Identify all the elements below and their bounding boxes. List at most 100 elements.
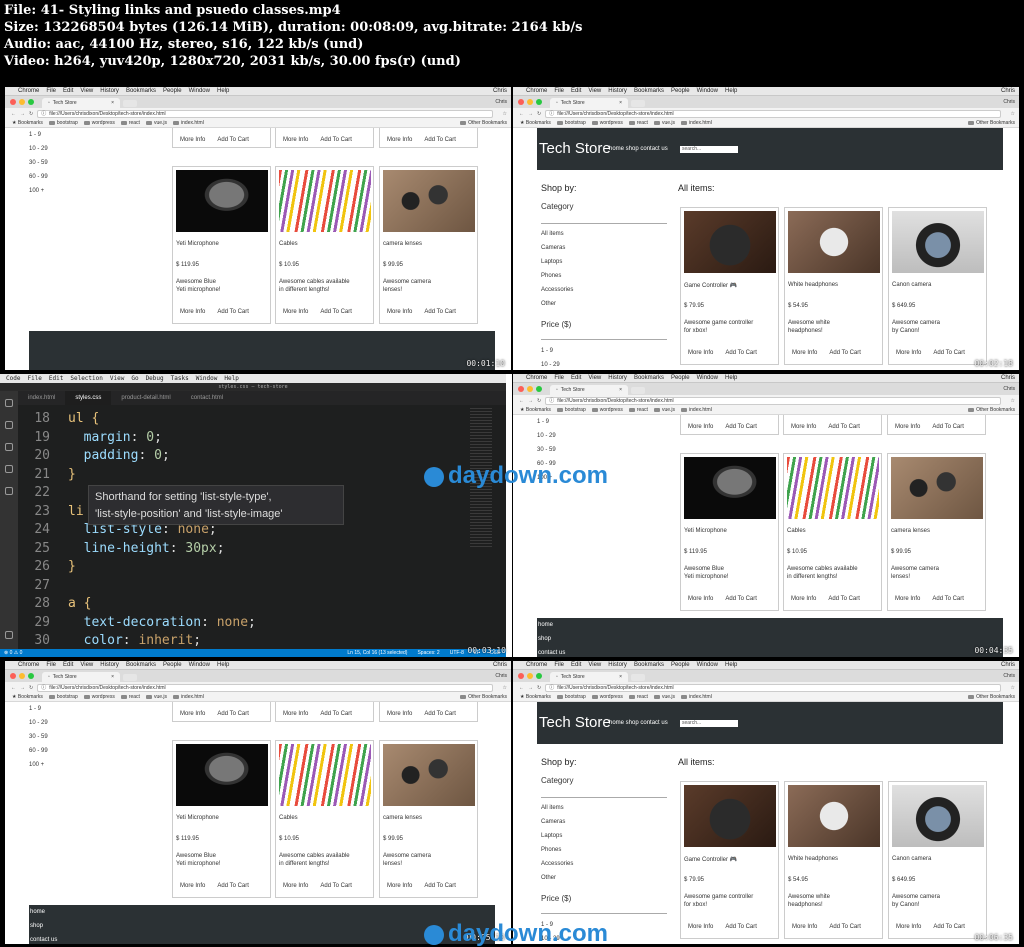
bookmark-bootstrap[interactable]: bootstrap xyxy=(48,694,78,700)
category-item[interactable]: Accessories xyxy=(541,857,573,871)
menu-view[interactable]: View xyxy=(588,88,601,94)
product-name[interactable]: camera lenses xyxy=(891,528,930,534)
menu-window[interactable]: Window xyxy=(697,662,718,668)
close-window-button[interactable] xyxy=(518,99,524,105)
menu-window[interactable]: Window xyxy=(697,88,718,94)
star-icon[interactable]: ☆ xyxy=(1011,685,1015,691)
menu-chrome[interactable]: Chrome xyxy=(526,375,547,381)
forward-icon[interactable]: → xyxy=(528,398,533,404)
menu-file[interactable]: File xyxy=(46,662,56,668)
menu-help[interactable]: Help xyxy=(725,662,737,668)
bookmark-vue-js[interactable]: vue.js xyxy=(653,407,675,413)
status-item[interactable]: Spaces: 2 xyxy=(417,650,439,656)
site-logo[interactable]: Tech Store xyxy=(539,140,611,157)
footer-link[interactable]: shop xyxy=(538,632,1003,646)
menu-edit[interactable]: Edit xyxy=(571,375,581,381)
maximize-window-button[interactable] xyxy=(28,99,34,105)
back-icon[interactable]: ← xyxy=(11,685,16,691)
star-icon[interactable]: ☆ xyxy=(503,111,507,117)
menu-history[interactable]: History xyxy=(100,662,119,668)
tab-close-icon[interactable]: × xyxy=(111,100,114,106)
back-icon[interactable]: ← xyxy=(519,398,524,404)
menu-people[interactable]: People xyxy=(671,88,690,94)
minimize-window-button[interactable] xyxy=(19,673,25,679)
more-info-link[interactable]: More Info xyxy=(180,309,205,315)
bookmark-wordpress[interactable]: wordpress xyxy=(83,694,115,700)
add-to-cart-link[interactable]: Add To Cart xyxy=(725,350,757,356)
price-range-item[interactable]: 10 - 29 xyxy=(29,142,48,156)
bookmark-react[interactable]: react xyxy=(628,120,648,126)
user-menu[interactable]: Chris xyxy=(1001,662,1019,668)
menu-view[interactable]: View xyxy=(80,88,93,94)
source-control-icon[interactable] xyxy=(5,443,13,451)
bookmark-bootstrap[interactable]: bootstrap xyxy=(48,120,78,126)
debug-icon[interactable] xyxy=(5,465,13,473)
product-name[interactable]: Cables xyxy=(279,815,298,821)
url-input[interactable]: ⓘ file:///Users/chrisdixon/Desktop/tech-s… xyxy=(37,683,493,692)
category-item[interactable]: Cameras xyxy=(541,815,573,829)
product-name[interactable]: camera lenses xyxy=(383,815,422,821)
reload-icon[interactable]: ↻ xyxy=(537,398,541,404)
other-bookmarks[interactable]: Other Bookmarks xyxy=(968,407,1019,413)
menu-history[interactable]: History xyxy=(608,88,627,94)
tab-close-icon[interactable]: × xyxy=(619,100,622,106)
footer-link[interactable]: contact us xyxy=(538,646,1003,657)
add-to-cart-link[interactable]: Add To Cart xyxy=(424,711,456,717)
price-range-item[interactable]: 10 - 29 xyxy=(537,429,556,443)
bookmarks-apps[interactable]: ★ Bookmarks xyxy=(12,694,43,700)
url-input[interactable]: ⓘ file:///Users/chrisdixon/Desktop/tech-s… xyxy=(545,109,1001,118)
more-info-link[interactable]: More Info xyxy=(283,883,308,889)
menu-people[interactable]: People xyxy=(163,662,182,668)
product-name[interactable]: Game Controller 🎮 xyxy=(684,282,737,289)
files-icon[interactable] xyxy=(5,399,13,407)
add-to-cart-link[interactable]: Add To Cart xyxy=(217,883,249,889)
menu-chrome[interactable]: Chrome xyxy=(526,88,547,94)
menu-bookmarks[interactable]: Bookmarks xyxy=(126,662,156,668)
price-range-item[interactable]: 1 - 9 xyxy=(541,344,560,358)
product-name[interactable]: camera lenses xyxy=(383,241,422,247)
search-icon[interactable] xyxy=(5,421,13,429)
browser-tab[interactable]: ▫ Tech Store × xyxy=(550,385,628,395)
profile-name[interactable]: Chris xyxy=(495,673,511,682)
product-name[interactable]: Canon camera xyxy=(892,282,931,288)
more-info-link[interactable]: More Info xyxy=(896,350,921,356)
price-range-item[interactable]: 60 - 99 xyxy=(29,744,48,758)
menu-file[interactable]: File xyxy=(554,88,564,94)
add-to-cart-link[interactable]: Add To Cart xyxy=(725,424,757,430)
category-item[interactable]: Laptops xyxy=(541,255,573,269)
product-name[interactable]: Canon camera xyxy=(892,856,931,862)
bookmark-wordpress[interactable]: wordpress xyxy=(83,120,115,126)
add-to-cart-link[interactable]: Add To Cart xyxy=(829,350,861,356)
menu-bookmarks[interactable]: Bookmarks xyxy=(634,662,664,668)
bookmark-react[interactable]: react xyxy=(120,120,140,126)
status-item[interactable]: UTF-8 xyxy=(450,650,464,656)
forward-icon[interactable]: → xyxy=(528,111,533,117)
other-bookmarks[interactable]: Other Bookmarks xyxy=(968,120,1019,126)
new-tab-button[interactable] xyxy=(631,674,645,681)
add-to-cart-link[interactable]: Add To Cart xyxy=(725,596,757,602)
category-item[interactable]: All items xyxy=(541,801,573,815)
more-info-link[interactable]: More Info xyxy=(387,137,412,143)
browser-tab[interactable]: ▫ Tech Store × xyxy=(550,98,628,108)
category-item[interactable]: All items xyxy=(541,227,573,241)
star-icon[interactable]: ☆ xyxy=(1011,111,1015,117)
menu-history[interactable]: History xyxy=(608,662,627,668)
bookmarks-apps[interactable]: ★ Bookmarks xyxy=(520,407,551,413)
add-to-cart-link[interactable]: Add To Cart xyxy=(828,424,860,430)
product-name[interactable]: White headphones xyxy=(788,282,838,288)
profile-name[interactable]: Chris xyxy=(1003,99,1019,108)
new-tab-button[interactable] xyxy=(631,100,645,107)
price-range-item[interactable]: 30 - 59 xyxy=(537,443,556,457)
bookmark-bootstrap[interactable]: bootstrap xyxy=(556,120,586,126)
product-name[interactable]: Yeti Microphone xyxy=(176,241,219,247)
menu-edit[interactable]: Edit xyxy=(571,88,581,94)
product-name[interactable]: Yeti Microphone xyxy=(684,528,727,534)
menu-history[interactable]: History xyxy=(608,375,627,381)
menu-edit[interactable]: Edit xyxy=(63,662,73,668)
bookmark-index-html[interactable]: index.html xyxy=(681,407,712,413)
url-input[interactable]: ⓘ file:///Users/chrisdixon/Desktop/tech-s… xyxy=(545,683,1001,692)
menu-window[interactable]: Window xyxy=(189,662,210,668)
menu-edit[interactable]: Edit xyxy=(63,88,73,94)
profile-name[interactable]: Chris xyxy=(495,99,511,108)
more-info-link[interactable]: More Info xyxy=(895,424,920,430)
